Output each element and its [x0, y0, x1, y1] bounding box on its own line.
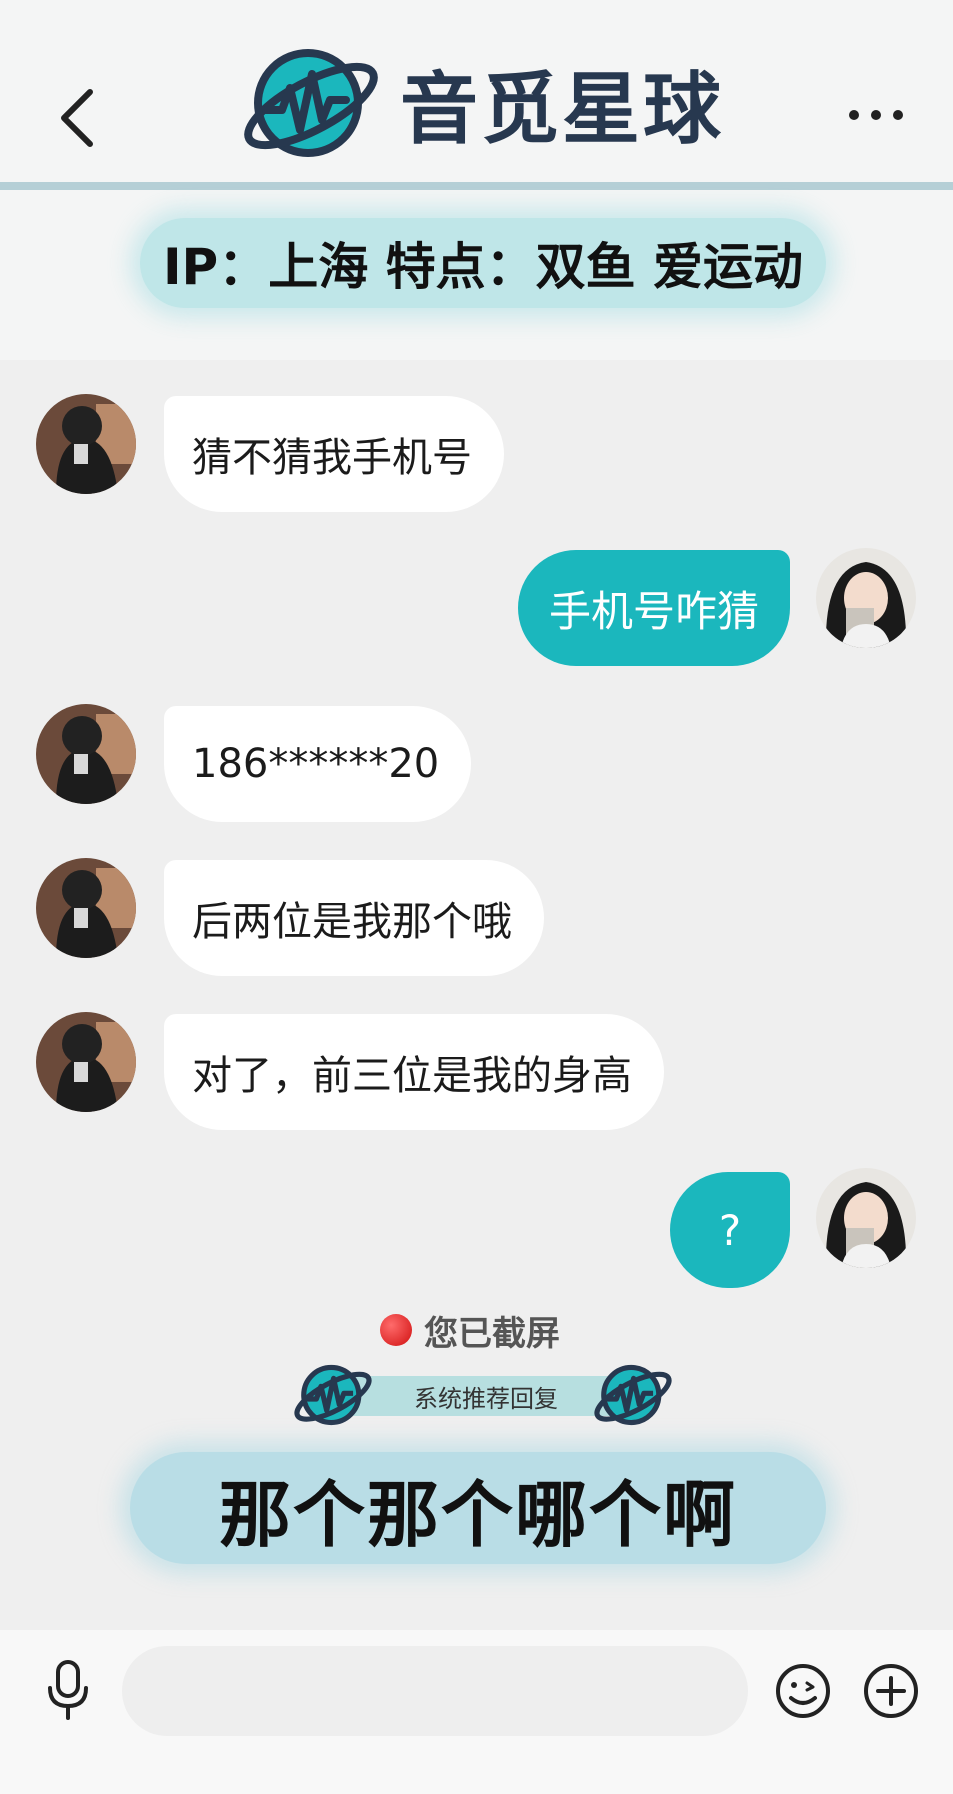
more-dots-icon: [849, 110, 903, 120]
emoji-button[interactable]: [774, 1662, 832, 1720]
voice-button[interactable]: [42, 1658, 94, 1722]
contact-avatar[interactable]: [36, 704, 136, 804]
message-bubble-incoming[interactable]: 186******20: [164, 706, 472, 822]
app-name: 音觅星球: [400, 65, 725, 155]
message-bubble-outgoing[interactable]: 手机号咋猜: [518, 550, 790, 666]
screenshot-notice-text: 您已截屏: [424, 1313, 560, 1354]
app-logo: 音觅星球: [236, 38, 724, 168]
screenshot-notice: 您已截屏: [380, 1308, 560, 1354]
message-bubble-incoming[interactable]: 后两位是我那个哦: [164, 860, 544, 976]
red-dot-icon: [380, 1314, 412, 1346]
plus-icon: [864, 1664, 918, 1718]
contact-avatar[interactable]: [36, 394, 136, 494]
contact-avatar-image: [36, 858, 136, 958]
more-actions-button[interactable]: [862, 1662, 920, 1720]
message-bubble-incoming[interactable]: 对了，前三位是我的身高: [164, 1014, 664, 1130]
suggested-reply[interactable]: 那个那个哪个啊: [130, 1452, 826, 1564]
message-bubble-incoming[interactable]: 猜不猜我手机号: [164, 396, 504, 512]
my-avatar[interactable]: [816, 1168, 916, 1268]
my-avatar[interactable]: [816, 548, 916, 648]
header-divider: [0, 182, 953, 190]
message-input[interactable]: [122, 1646, 748, 1736]
more-button[interactable]: [846, 100, 906, 130]
chevron-left-icon: [61, 89, 93, 147]
planet-logo-icon: [244, 49, 378, 157]
my-avatar-image: [816, 548, 916, 648]
my-avatar-image: [816, 1168, 916, 1268]
back-button[interactable]: [52, 78, 112, 158]
contact-avatar-image: [36, 394, 136, 494]
contact-avatar[interactable]: [36, 858, 136, 958]
planet-logo-icon: [294, 1364, 372, 1426]
emoji-icon: [776, 1664, 830, 1718]
suggest-reply-banner: 系统推荐回复: [290, 1350, 676, 1440]
microphone-icon: [48, 1660, 88, 1720]
contact-avatar[interactable]: [36, 1012, 136, 1112]
planet-logo-icon: [594, 1364, 672, 1426]
profile-info-banner: IP：上海 特点：双鱼 爱运动: [140, 218, 826, 308]
contact-avatar-image: [36, 1012, 136, 1112]
suggest-label: 系统推荐回复: [350, 1376, 622, 1416]
contact-avatar-image: [36, 704, 136, 804]
message-bubble-outgoing[interactable]: ?: [670, 1172, 790, 1288]
